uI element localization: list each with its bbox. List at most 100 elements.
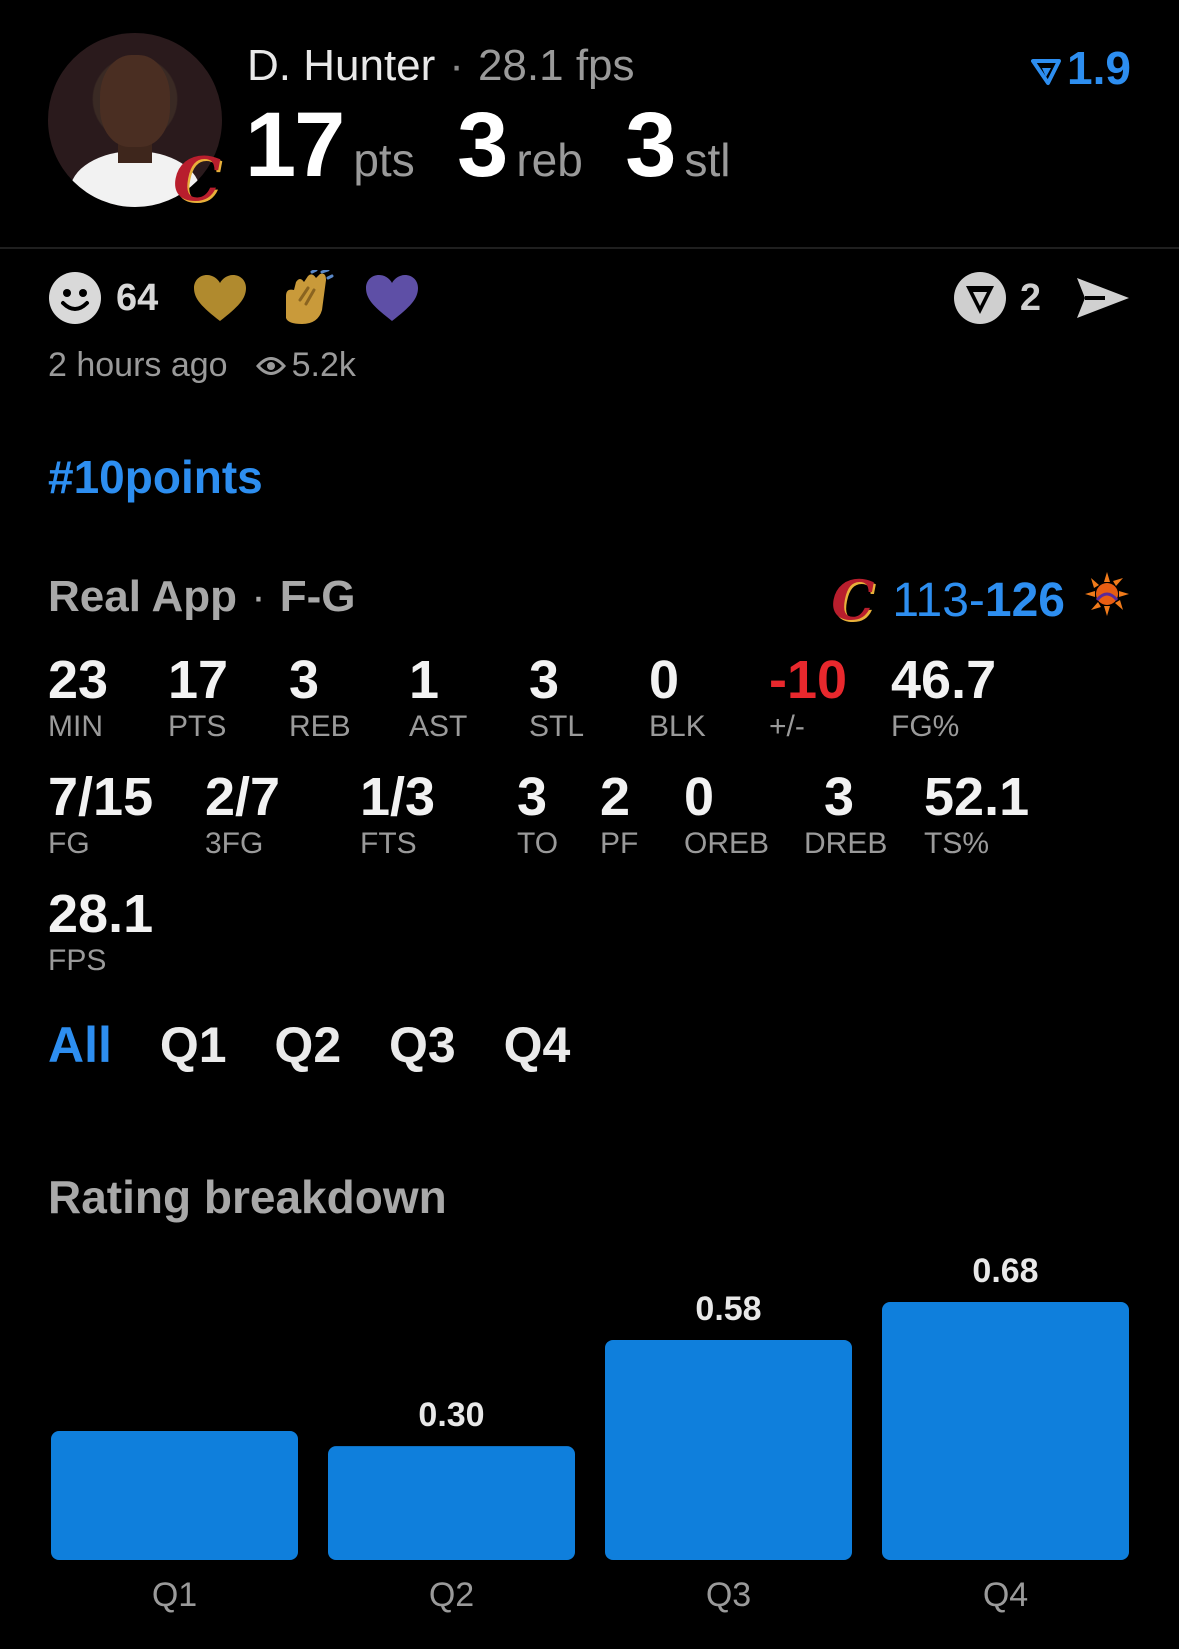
player-position: F-G bbox=[279, 572, 356, 621]
stat-label: FPS bbox=[48, 944, 107, 977]
header-divider bbox=[0, 247, 1179, 249]
stat-ast: 1 AST bbox=[409, 650, 467, 744]
bar-q1[interactable] bbox=[51, 1431, 298, 1560]
stat-value: 46.7 bbox=[891, 650, 997, 710]
separator-dot: · bbox=[251, 572, 266, 621]
game-score[interactable]: C 113-126 bbox=[831, 568, 1131, 632]
steals-value: 3 bbox=[625, 94, 676, 196]
separator-dot: · bbox=[449, 41, 464, 90]
points-value: 17 bbox=[245, 94, 345, 196]
stat-min: 23 MIN bbox=[48, 650, 108, 744]
stat-ts-pct: 52.1 TS% bbox=[924, 767, 1029, 861]
player-name[interactable]: D. Hunter bbox=[247, 41, 435, 90]
tab-q3[interactable]: Q3 bbox=[389, 1016, 456, 1074]
headline-stat-rebounds: 3 reb bbox=[457, 99, 583, 191]
post-actions: 2 bbox=[952, 268, 1131, 328]
tab-all[interactable]: All bbox=[48, 1016, 112, 1074]
bar-value-label: 0.68 bbox=[972, 1252, 1038, 1290]
stat-fg: 7/15 FG bbox=[48, 767, 153, 861]
rating-arrow-icon bbox=[1031, 58, 1062, 85]
bar-q3[interactable] bbox=[605, 1339, 852, 1560]
post-time: 2 hours ago bbox=[48, 346, 228, 384]
bar-value-label: 0.58 bbox=[695, 1290, 761, 1328]
stat-pts: 17 PTS bbox=[168, 650, 228, 744]
bar-category-label: Q3 bbox=[706, 1576, 751, 1614]
eye-icon bbox=[255, 356, 286, 375]
quarter-tabs: All Q1 Q2 Q3 Q4 bbox=[48, 1016, 604, 1074]
stat-value: 3 bbox=[289, 650, 320, 710]
headline-stat-steals: 3 stl bbox=[625, 99, 731, 191]
rating-badge[interactable]: 1.9 bbox=[1031, 40, 1131, 96]
stat-plus-minus: -10 +/- bbox=[769, 650, 847, 744]
stat-label: +/- bbox=[769, 710, 805, 743]
stat-label: BLK bbox=[649, 710, 706, 743]
share-icon[interactable] bbox=[1075, 274, 1131, 322]
stat-label: REB bbox=[289, 710, 351, 743]
stat-value: -10 bbox=[769, 650, 848, 710]
stat-label: TO bbox=[517, 827, 559, 860]
stat-label: STL bbox=[529, 710, 585, 743]
stat-reb: 3 REB bbox=[289, 650, 351, 744]
stat-label: PF bbox=[600, 827, 639, 860]
stat-to: 3 TO bbox=[517, 767, 558, 861]
bar-value-label: 0.30 bbox=[418, 1396, 484, 1434]
cavaliers-logo-icon: C bbox=[831, 568, 875, 632]
stat-value: 28.1 bbox=[48, 884, 154, 944]
tab-q4[interactable]: Q4 bbox=[504, 1016, 571, 1074]
stat-fps: 28.1 FPS bbox=[48, 884, 153, 978]
view-count: 5.2k bbox=[255, 346, 356, 385]
player-fps: 28.1 fps bbox=[477, 41, 635, 90]
bar-q2[interactable] bbox=[328, 1446, 575, 1560]
player-headline[interactable]: D. Hunter · 28.1 fps bbox=[247, 38, 635, 94]
cavaliers-logo-icon: C bbox=[173, 145, 221, 215]
stat-value: 23 bbox=[48, 650, 109, 710]
bar-category-label: Q1 bbox=[152, 1576, 197, 1614]
stat-label: PTS bbox=[168, 710, 227, 743]
stat-value: 7/15 bbox=[48, 767, 154, 827]
headline-stat-points: 17 pts bbox=[245, 99, 415, 191]
stat-value: 3 bbox=[529, 650, 560, 710]
stat-value: 3 bbox=[824, 767, 855, 827]
stat-fts: 1/3 FTS bbox=[360, 767, 435, 861]
smile-icon[interactable] bbox=[48, 271, 102, 325]
stat-label: FG% bbox=[891, 710, 960, 743]
bar-q4[interactable] bbox=[882, 1302, 1129, 1560]
stat-label: OREB bbox=[684, 827, 770, 860]
stat-label: DREB bbox=[804, 827, 888, 860]
stat-label: 3FG bbox=[205, 827, 264, 860]
stat-value: 1/3 bbox=[360, 767, 436, 827]
stat-pf: 2 PF bbox=[600, 767, 638, 861]
reaction-count: 64 bbox=[116, 276, 159, 319]
stat-3fg: 2/7 3FG bbox=[205, 767, 280, 861]
rebounds-value: 3 bbox=[457, 94, 508, 196]
stat-value: 2 bbox=[600, 767, 631, 827]
post-meta: 2 hours ago 5.2k bbox=[48, 346, 356, 385]
stat-value: 52.1 bbox=[924, 767, 1030, 827]
stat-fg-pct: 46.7 FG% bbox=[891, 650, 996, 744]
rating-breakdown-title: Rating breakdown bbox=[48, 1171, 447, 1223]
points-unit: pts bbox=[353, 134, 415, 186]
rating-breakdown-chart: Q1 0.30 Q2 0.58 Q3 0.68 Q4 bbox=[51, 1252, 1129, 1614]
score-dash: - bbox=[968, 573, 985, 627]
game-source-line: Real App · F-G bbox=[48, 572, 355, 622]
avatar-head bbox=[100, 55, 170, 147]
stat-blk: 0 BLK bbox=[649, 650, 706, 744]
stat-value: 3 bbox=[517, 767, 548, 827]
gold-heart-icon[interactable] bbox=[192, 273, 248, 323]
view-count-value: 5.2k bbox=[291, 346, 356, 384]
tab-q1[interactable]: Q1 bbox=[160, 1016, 227, 1074]
stat-value: 17 bbox=[168, 650, 229, 710]
headline-stats: 17 pts 3 reb 3 stl bbox=[245, 99, 768, 191]
comment-icon[interactable] bbox=[952, 270, 1008, 326]
stat-label: MIN bbox=[48, 710, 103, 743]
steals-unit: stl bbox=[684, 134, 731, 186]
clap-icon[interactable] bbox=[278, 270, 334, 326]
hashtag-link[interactable]: #10points bbox=[48, 450, 263, 504]
stat-value: 0 bbox=[649, 650, 680, 710]
away-score: 126 bbox=[984, 573, 1065, 627]
purple-heart-icon[interactable] bbox=[364, 273, 420, 323]
stat-label: FTS bbox=[360, 827, 417, 860]
stat-dreb: 3 DREB bbox=[804, 767, 887, 861]
stat-label: AST bbox=[409, 710, 468, 743]
tab-q2[interactable]: Q2 bbox=[274, 1016, 341, 1074]
